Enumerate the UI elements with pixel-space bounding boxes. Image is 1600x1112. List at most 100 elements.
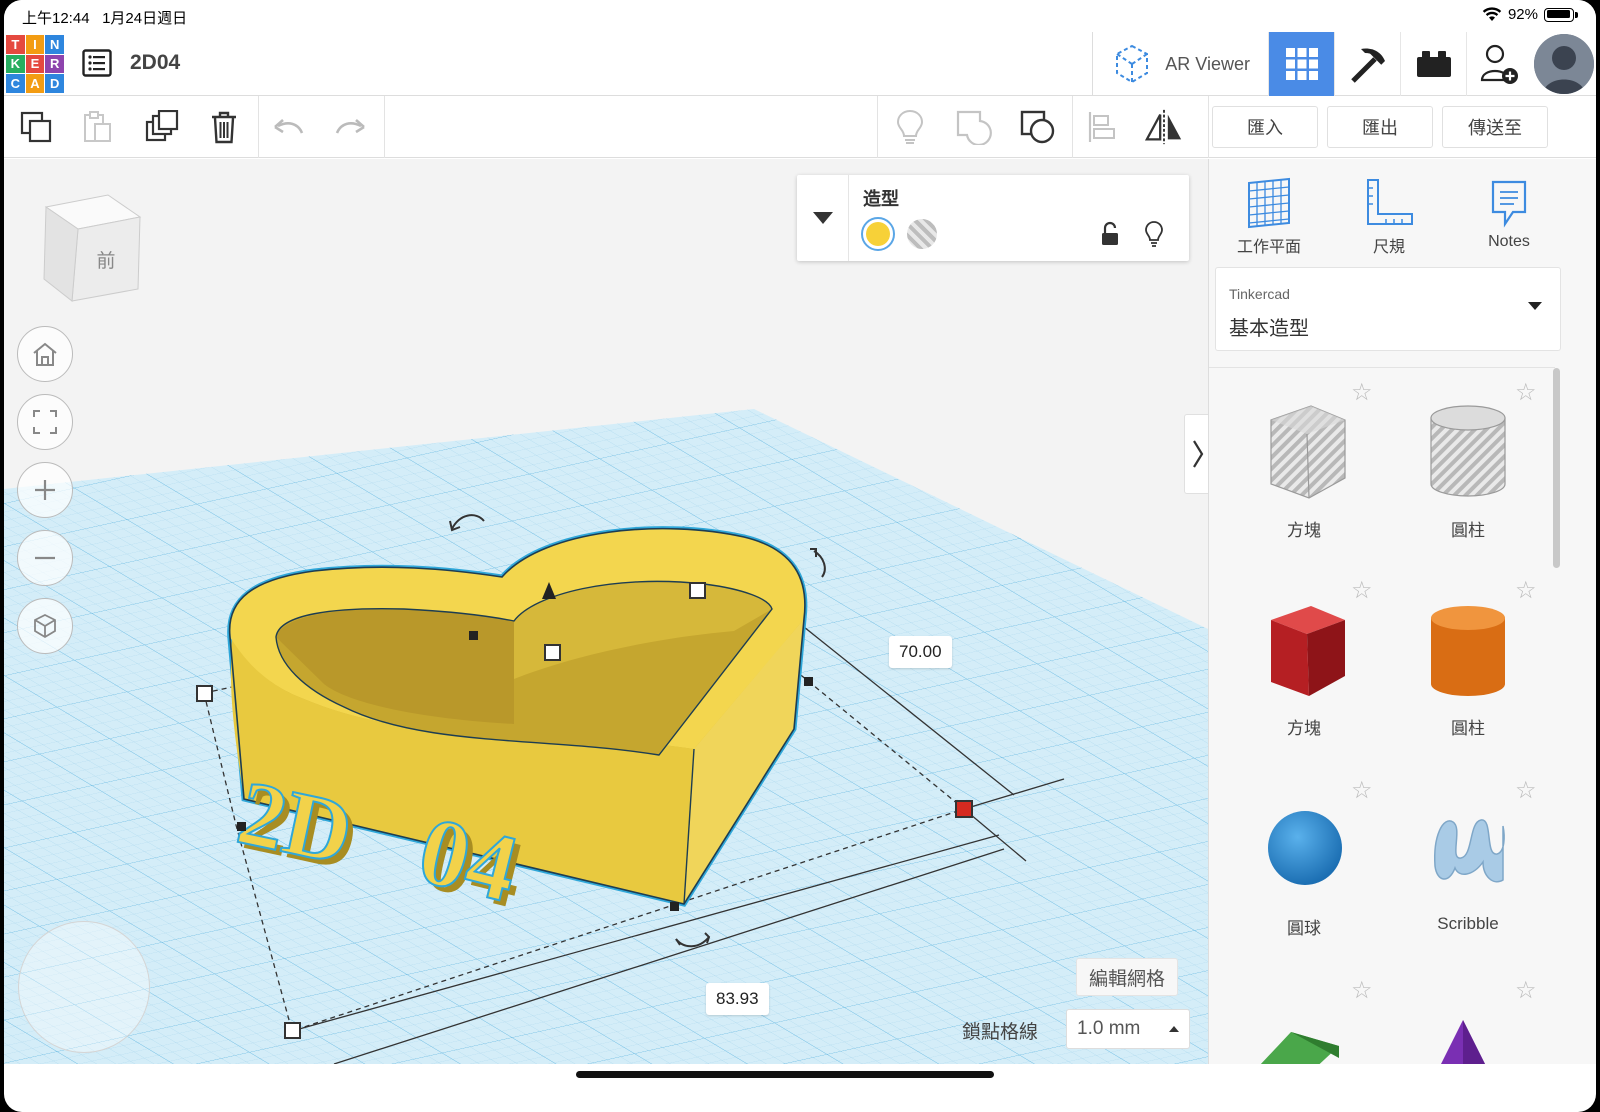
hide-button[interactable] <box>1141 219 1167 249</box>
design-list-icon[interactable] <box>82 48 112 78</box>
ruler-tool-label: 尺規 <box>1372 239 1405 256</box>
favorite-star-icon[interactable]: ☆ <box>1351 776 1373 805</box>
lock-button[interactable] <box>1097 219 1123 249</box>
ungroup-icon <box>1020 110 1055 144</box>
orange-cylinder-icon <box>1431 606 1505 696</box>
box-hole-icon <box>1270 405 1346 499</box>
status-time: 上午12:44 <box>22 10 90 27</box>
unlock-icon <box>1102 221 1118 245</box>
purple-cone-icon[interactable] <box>1427 1018 1497 1064</box>
notes-tool-label: Notes <box>1488 233 1530 250</box>
logo-letter: N <box>45 35 64 54</box>
add-user-icon <box>1480 44 1518 84</box>
grid-icon <box>1285 48 1318 80</box>
fit-icon <box>33 410 57 434</box>
workplane-tool[interactable]: 工作平面 <box>1219 173 1319 257</box>
red-box-icon <box>1271 606 1345 696</box>
logo-letter: D <box>45 74 64 93</box>
minecraft-view-button[interactable] <box>1334 32 1400 96</box>
minus-icon <box>35 556 55 560</box>
view-cube[interactable]: 前 <box>38 189 150 309</box>
shape-name: Scribble <box>1437 914 1499 933</box>
snap-grid-select[interactable]: 1.0 mm <box>1066 1009 1190 1049</box>
blue-sphere-icon <box>1268 811 1342 885</box>
logo-letter: R <box>45 54 64 74</box>
shape-inspector: 造型 <box>797 175 1189 261</box>
favorite-star-icon[interactable]: ☆ <box>1515 378 1537 407</box>
width-dimension-label[interactable]: 70.00 <box>889 636 952 668</box>
lightbulb-icon <box>1145 221 1163 247</box>
home-icon <box>33 342 57 366</box>
user-avatar[interactable] <box>1534 34 1594 94</box>
length-dimension-label[interactable]: 83.93 <box>706 983 769 1015</box>
trash-icon <box>212 111 236 144</box>
workplane-viewport[interactable]: 2D 2D 04 04 前 造型 70.00 83.93 編輯網格 鎖點格線 1… <box>4 159 1208 1064</box>
brick-view-button[interactable] <box>1400 32 1466 96</box>
ar-viewer-label: AR Viewer <box>1165 53 1250 74</box>
send-to-button[interactable]: 傳送至 <box>1442 106 1548 148</box>
caret-up-icon <box>1169 1026 1179 1032</box>
edit-toolbar: 匯入 匯出 傳送至 <box>4 96 1596 158</box>
solid-color-swatch[interactable] <box>861 217 895 251</box>
zoom-out-button[interactable] <box>17 530 73 586</box>
snap-grid-label: 鎖點格線 <box>962 1022 1039 1043</box>
group-icon <box>956 110 992 145</box>
mirror-icon <box>1144 109 1182 145</box>
copy-button[interactable] <box>16 107 56 147</box>
status-date: 1月24日週日 <box>102 10 188 27</box>
perspective-button[interactable] <box>17 598 73 654</box>
align-icon <box>1088 112 1115 142</box>
ungroup-button[interactable] <box>1018 107 1058 147</box>
invite-user-button[interactable] <box>1466 32 1532 96</box>
paste-button[interactable] <box>77 107 117 147</box>
logo-letter: T <box>6 35 25 54</box>
navigation-joystick[interactable] <box>18 921 150 1053</box>
green-roof-icon[interactable] <box>1255 1022 1345 1064</box>
design-title[interactable]: 2D04 <box>130 51 180 75</box>
favorite-star-icon[interactable]: ☆ <box>1351 378 1373 407</box>
shape-name: 方塊 <box>1287 719 1321 738</box>
edit-grid-button[interactable]: 編輯網格 <box>1076 958 1179 996</box>
workplane-icon <box>1248 177 1290 229</box>
battery-percent: 92% <box>1507 6 1538 23</box>
inspector-title: 造型 <box>863 189 899 209</box>
show-all-button[interactable] <box>890 107 930 147</box>
redo-button[interactable] <box>330 107 370 147</box>
shape-panel-scrollbar[interactable] <box>1553 368 1560 568</box>
group-button[interactable] <box>954 107 994 147</box>
import-button[interactable]: 匯入 <box>1212 106 1318 148</box>
shape-library-select[interactable]: Tinkercad 基本造型 <box>1215 267 1561 351</box>
shape-name: 圓球 <box>1287 919 1321 938</box>
pickaxe-icon <box>1350 48 1385 83</box>
zoom-in-button[interactable] <box>17 462 73 518</box>
duplicate-button[interactable] <box>142 107 182 147</box>
3d-design-view-button[interactable] <box>1268 32 1334 96</box>
lightbulb-icon <box>896 109 924 144</box>
hole-swatch[interactable] <box>907 219 937 249</box>
home-view-button[interactable] <box>17 326 73 382</box>
favorite-star-icon[interactable]: ☆ <box>1515 576 1537 605</box>
favorite-star-icon[interactable]: ☆ <box>1351 976 1373 1005</box>
align-button[interactable] <box>1082 107 1122 147</box>
ruler-tool[interactable]: 尺規 <box>1339 173 1439 257</box>
notes-tool[interactable]: Notes <box>1459 173 1559 251</box>
tinkercad-logo[interactable]: TIN KER CAD <box>6 35 64 93</box>
home-indicator[interactable] <box>576 1071 994 1078</box>
delete-button[interactable] <box>204 107 244 147</box>
solid-color-fill <box>866 222 890 246</box>
library-category: 基本造型 <box>1229 318 1309 340</box>
ar-viewer-button[interactable]: AR Viewer <box>1092 32 1268 96</box>
inspector-collapse-button[interactable] <box>797 175 849 261</box>
favorite-star-icon[interactable]: ☆ <box>1515 976 1537 1005</box>
workplane-scene[interactable]: 2D 2D 04 04 <box>4 159 1208 1064</box>
undo-button[interactable] <box>269 107 309 147</box>
library-source: Tinkercad <box>1229 286 1290 302</box>
logo-letter: C <box>6 74 25 93</box>
mirror-button[interactable] <box>1144 107 1184 147</box>
favorite-star-icon[interactable]: ☆ <box>1351 576 1373 605</box>
duplicate-icon <box>145 110 179 142</box>
battery-icon <box>1544 7 1578 22</box>
favorite-star-icon[interactable]: ☆ <box>1515 776 1537 805</box>
fit-view-button[interactable] <box>17 394 73 450</box>
export-button[interactable]: 匯出 <box>1327 106 1433 148</box>
